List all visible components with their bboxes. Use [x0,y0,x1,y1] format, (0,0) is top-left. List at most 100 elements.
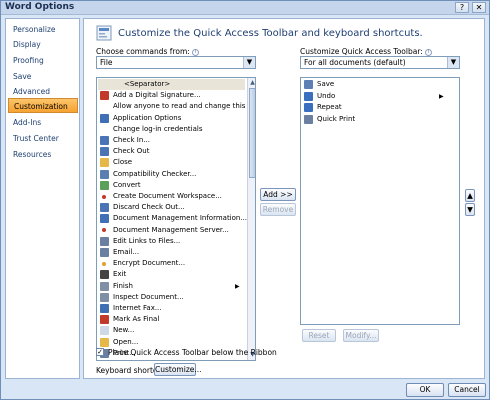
modify-button[interactable]: Modify... [343,329,379,342]
remove-button[interactable]: Remove [260,203,296,216]
inspect-icon [100,292,109,302]
title-bar: Word Options ? ✕ [1,1,489,15]
signature-icon [100,91,109,101]
sidebar-item-personalize[interactable]: Personalize [8,22,78,37]
toolbar-item-row[interactable]: Save [302,79,458,90]
toolbar-item-label: Undo [317,91,336,100]
customize-toolbar-text: Customize Quick Access Toolbar: [300,47,423,56]
command-row[interactable]: Finish ▶ [98,281,245,292]
command-row[interactable]: New... [98,325,245,336]
command-label: Document Management Server... [113,225,229,234]
separator-icon [100,80,109,89]
toolbar-items-list[interactable]: Save Undo ▶ Repeat Quick Print [300,77,460,325]
command-label: Application Options [113,113,182,122]
customize-toolbar-dropdown[interactable]: For all documents (default) ▼ [300,56,460,69]
command-label: Allow anyone to read and change this doc… [113,102,256,111]
close-button[interactable]: ✕ [472,2,486,13]
scroll-up-icon[interactable]: ▲ [248,78,255,87]
command-row[interactable]: Document Management Server... [98,225,245,236]
command-row[interactable]: Mark As Final [98,314,245,325]
command-row[interactable]: Application Options [98,113,245,124]
submenu-arrow-icon: ▶ [235,282,240,290]
undo-icon [304,91,313,101]
command-row[interactable]: Email... [98,247,245,258]
folder-close-icon [100,158,109,168]
command-row[interactable]: Open... [98,337,245,348]
command-row[interactable]: Close [98,157,245,168]
choose-commands-dropdown[interactable]: File ▼ [96,56,256,69]
new-icon [100,326,109,336]
command-label: Finish [113,281,133,290]
server-icon [102,228,106,233]
command-label: Encrypt Document... [113,259,186,268]
toolbar-item-label: Quick Print [317,114,356,123]
place-below-checkbox[interactable]: ✓ [96,348,104,356]
command-row[interactable]: Inspect Document... [98,292,245,303]
command-label: Document Management Information... [113,214,248,223]
move-up-button[interactable]: ▲ [465,189,475,202]
toolbar-item-label: Save [317,80,335,88]
command-row[interactable]: Discard Check Out... [98,202,245,213]
sidebar-item-display[interactable]: Display [8,37,78,52]
command-label: Mark As Final [113,315,160,324]
command-row[interactable]: Add a Digital Signature... [98,90,245,101]
links-icon [100,236,109,246]
command-row[interactable]: Document Management Information... [98,213,248,224]
sidebar-item-trust-center[interactable]: Trust Center [8,131,78,146]
command-row[interactable]: Internet Fax... [98,303,245,314]
sidebar-item-advanced[interactable]: Advanced [8,84,78,99]
toolbar-item-row[interactable]: Repeat [302,102,458,113]
reset-button[interactable]: Reset [302,329,336,342]
toolbar-item-row[interactable]: Quick Print [302,114,458,125]
command-row[interactable]: Allow anyone to read and change this doc… [98,101,255,112]
toolbar-item-label: Repeat [317,103,342,111]
options-sidebar: Personalize Display Proofing Save Advanc… [5,18,80,379]
commands-scrollbar[interactable]: ▲ ▼ [247,78,255,360]
place-below-label: Place Quick Access Toolbar below the Rib… [108,348,277,357]
ok-button[interactable]: OK [406,383,444,397]
add-button[interactable]: Add >> [260,188,296,201]
save-icon [304,80,313,89]
command-row[interactable]: Compatibility Checker... [98,169,245,180]
command-label: Check Out [113,147,150,156]
email-icon [100,248,109,257]
command-label: Internet Fax... [113,304,162,312]
cancel-button[interactable]: Cancel [448,383,486,397]
check-out-icon [100,147,109,157]
commands-list[interactable]: <Separator> Add a Digital Signature... All… [96,77,256,361]
sidebar-item-add-ins[interactable]: Add-Ins [8,115,78,130]
command-row[interactable]: Change log-in credentials [98,124,245,135]
command-row[interactable]: Exit [98,269,245,280]
panel-header: Customize the Quick Access Toolbar and k… [118,28,423,39]
chevron-down-icon: ▼ [243,57,255,68]
command-label: Discard Check Out... [113,203,185,212]
customize-shortcuts-button[interactable]: Customize... [154,363,202,376]
command-row[interactable]: Check Out [98,146,245,157]
sidebar-item-save[interactable]: Save [8,69,78,84]
customization-panel: Customize the Quick Access Toolbar and k… [83,18,485,379]
print-icon [304,114,313,124]
sidebar-item-resources[interactable]: Resources [8,147,78,162]
command-label: Open... [113,337,139,346]
command-row[interactable]: Convert [98,180,245,191]
word-options-dialog: Word Options ? ✕ Personalize Display Pro… [0,0,490,400]
command-row[interactable]: Create Document Workspace... [98,191,245,202]
sidebar-item-proofing[interactable]: Proofing [8,53,78,68]
command-row[interactable]: Encrypt Document... [98,258,245,269]
choose-commands-value: File [100,58,113,67]
customize-toolbar-value: For all documents (default) [304,58,406,67]
command-label: Create Document Workspace... [113,192,222,200]
exit-icon [100,270,109,280]
toolbar-item-row[interactable]: Undo ▶ [302,91,458,102]
choose-commands-label: Choose commands from: i [96,47,200,56]
sidebar-item-customization[interactable]: Customization [8,98,78,113]
scroll-thumb[interactable] [249,88,255,178]
options-icon [100,113,109,123]
command-row[interactable]: Check In... [98,135,245,146]
command-row[interactable]: <Separator> [98,79,245,91]
help-button[interactable]: ? [455,2,469,13]
move-down-button[interactable]: ▼ [465,203,475,216]
command-row[interactable]: Edit Links to Files... [98,236,245,247]
command-label: <Separator> [124,80,171,88]
command-label: Close [113,158,133,167]
